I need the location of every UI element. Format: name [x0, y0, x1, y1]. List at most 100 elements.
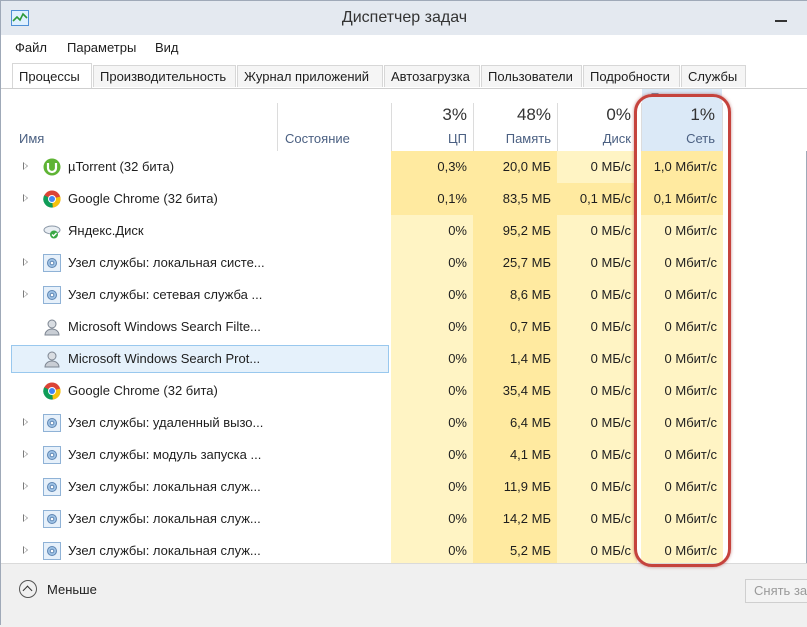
process-name: Google Chrome (32 бита) — [68, 383, 218, 398]
process-name: Microsoft Windows Search Prot... — [68, 351, 261, 366]
end-task-button[interactable]: Снять зад — [745, 579, 807, 603]
network-cell: 1,0 Мбит/с — [641, 151, 723, 183]
yandex-disk-icon — [43, 222, 61, 240]
disk-cell: 0 МБ/с — [557, 375, 637, 407]
process-name: Узел службы: удаленный вызо... — [68, 415, 264, 430]
memory-cell: 35,4 МБ — [473, 375, 557, 407]
network-cell: 0 Мбит/с — [641, 247, 723, 279]
tab-processes[interactable]: Процессы — [12, 63, 92, 88]
process-name: Узел службы: локальная служ... — [68, 543, 261, 558]
disk-cell: 0 МБ/с — [557, 343, 637, 375]
memory-cell: 4,1 МБ — [473, 439, 557, 471]
column-cpu[interactable]: ЦП — [391, 131, 467, 146]
disk-cell: 0 МБ/с — [557, 151, 637, 183]
minimize-button[interactable] — [769, 7, 793, 29]
cpu-total-percent: 3% — [442, 105, 467, 124]
expand-arrow-icon[interactable] — [23, 418, 28, 426]
footer-bar: Меньше Снять зад — [1, 563, 807, 627]
process-name: Узел службы: локальная систе... — [68, 255, 265, 270]
memory-cell: 1,4 МБ — [473, 343, 557, 375]
network-cell: 0 Мбит/с — [641, 439, 723, 471]
process-row[interactable]: Microsoft Windows Search Filte... 0% 0,7 М… — [1, 311, 807, 343]
service-host-icon — [43, 446, 61, 464]
column-disk[interactable]: Диск — [557, 131, 631, 146]
tab-performance[interactable]: Производительность — [93, 65, 236, 87]
expand-arrow-icon[interactable] — [23, 194, 28, 202]
cpu-cell: 0% — [391, 375, 473, 407]
column-name[interactable]: Имя — [19, 131, 44, 146]
process-name: Узел службы: локальная служ... — [68, 479, 261, 494]
expand-arrow-icon[interactable] — [23, 162, 28, 170]
menu-file[interactable]: Файл — [15, 40, 47, 55]
memory-cell: 14,2 МБ — [473, 503, 557, 535]
process-row[interactable]: Узел службы: модуль запуска ... 0% 4,1 МБ 0… — [1, 439, 807, 471]
utorrent-icon — [43, 158, 61, 176]
process-row[interactable]: Microsoft Windows Search Prot... 0% 1,4 МБ… — [1, 343, 807, 375]
expand-arrow-icon[interactable] — [23, 450, 28, 458]
menu-options[interactable]: Параметры — [67, 40, 136, 55]
chevron-up-icon[interactable] — [19, 580, 37, 598]
process-row[interactable]: Яндекс.Диск 0% 95,2 МБ 0 МБ/с 0 Мбит/с — [1, 215, 807, 247]
memory-cell: 6,4 МБ — [473, 407, 557, 439]
service-host-icon — [43, 478, 61, 496]
fewer-details-link[interactable]: Меньше — [47, 582, 97, 597]
memory-cell: 0,7 МБ — [473, 311, 557, 343]
disk-cell: 0 МБ/с — [557, 279, 637, 311]
column-network[interactable]: Сеть — [641, 131, 715, 146]
memory-cell: 11,9 МБ — [473, 471, 557, 503]
cpu-cell: 0% — [391, 439, 473, 471]
network-cell: 0 Мбит/с — [641, 471, 723, 503]
process-name: Узел службы: локальная служ... — [68, 511, 261, 526]
tab-users[interactable]: Пользователи — [481, 65, 582, 87]
expand-arrow-icon[interactable] — [23, 290, 28, 298]
process-row[interactable]: Узел службы: удаленный вызо... 0% 6,4 МБ 0 … — [1, 407, 807, 439]
process-row[interactable]: µTorrent (32 бита) 0,3% 20,0 МБ 0 МБ/с 1,0 М… — [1, 151, 807, 183]
cpu-cell: 0% — [391, 503, 473, 535]
tab-startup[interactable]: Автозагрузка — [384, 65, 480, 87]
cpu-cell: 0% — [391, 279, 473, 311]
title-bar[interactable]: Диспетчер задач — [1, 1, 807, 35]
memory-cell: 95,2 МБ — [473, 215, 557, 247]
process-row[interactable]: Узел службы: локальная систе... 0% 25,7 МБ… — [1, 247, 807, 279]
process-row[interactable]: Google Chrome (32 бита) 0,1% 83,5 МБ 0,1 МБ… — [1, 183, 807, 215]
service-host-icon — [43, 542, 61, 560]
disk-total-percent: 0% — [606, 105, 631, 124]
sort-down-icon — [651, 93, 659, 97]
cpu-cell: 0% — [391, 407, 473, 439]
process-name: Узел службы: модуль запуска ... — [68, 447, 262, 462]
cpu-cell: 0% — [391, 311, 473, 343]
tab-services[interactable]: Службы — [681, 65, 746, 87]
expand-arrow-icon[interactable] — [23, 514, 28, 522]
menu-bar: Файл Параметры Вид — [1, 35, 807, 61]
column-memory[interactable]: Память — [473, 131, 551, 146]
network-cell: 0 Мбит/с — [641, 311, 723, 343]
memory-cell: 83,5 МБ — [473, 183, 557, 215]
network-cell: 0 Мбит/с — [641, 503, 723, 535]
memory-cell: 8,6 МБ — [473, 279, 557, 311]
expand-arrow-icon[interactable] — [23, 258, 28, 266]
cpu-cell: 0,3% — [391, 151, 473, 183]
tab-details[interactable]: Подробности — [583, 65, 680, 87]
task-manager-window: Диспетчер задач Файл Параметры Вид Проце… — [0, 0, 807, 627]
network-cell: 0 Мбит/с — [641, 215, 723, 247]
cpu-cell: 0% — [391, 471, 473, 503]
column-status[interactable]: Состояние — [285, 131, 350, 146]
disk-cell: 0,1 МБ/с — [557, 183, 637, 215]
process-row[interactable]: Узел службы: локальная служ... 0% 11,9 МБ 0… — [1, 471, 807, 503]
expand-arrow-icon[interactable] — [23, 482, 28, 490]
memory-total-percent: 48% — [516, 105, 551, 124]
cpu-cell: 0% — [391, 247, 473, 279]
process-name: µTorrent (32 бита) — [68, 159, 175, 174]
menu-view[interactable]: Вид — [155, 40, 179, 55]
memory-cell: 25,7 МБ — [473, 247, 557, 279]
disk-cell: 0 МБ/с — [557, 471, 637, 503]
tab-app-history[interactable]: Журнал приложений — [237, 65, 383, 87]
expand-arrow-icon[interactable] — [23, 546, 28, 554]
process-row[interactable]: Узел службы: сетевая служба ... 0% 8,6 МБ 0… — [1, 279, 807, 311]
chrome-icon — [43, 190, 61, 208]
network-total-percent: 1% — [690, 105, 715, 124]
process-row[interactable]: Узел службы: локальная служ... 0% 14,2 МБ 0… — [1, 503, 807, 535]
process-row[interactable]: Google Chrome (32 бита) 0% 35,4 МБ 0 МБ/с 0 … — [1, 375, 807, 407]
window-title: Диспетчер задач — [341, 9, 468, 26]
disk-cell: 0 МБ/с — [557, 311, 637, 343]
